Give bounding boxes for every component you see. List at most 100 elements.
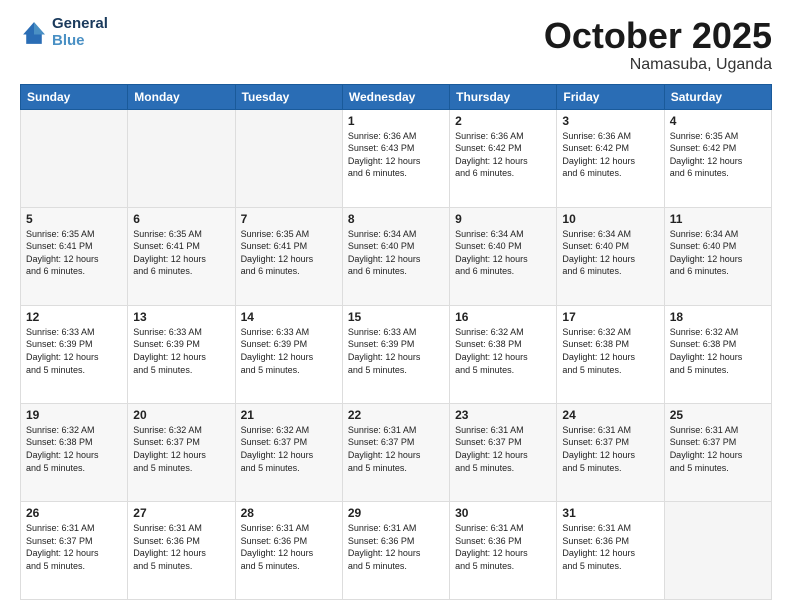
calendar-subtitle: Namasuba, Uganda bbox=[544, 56, 772, 74]
day-info: Sunrise: 6:34 AM Sunset: 6:40 PM Dayligh… bbox=[348, 228, 444, 278]
day-number: 23 bbox=[455, 408, 551, 422]
calendar-cell: 7 Sunrise: 6:35 AM Sunset: 6:41 PM Daylig… bbox=[235, 207, 342, 305]
calendar-cell: 24 Sunrise: 6:31 AM Sunset: 6:37 PM Dayli… bbox=[557, 403, 664, 501]
day-info: Sunrise: 6:36 AM Sunset: 6:43 PM Dayligh… bbox=[348, 130, 444, 180]
day-info: Sunrise: 6:33 AM Sunset: 6:39 PM Dayligh… bbox=[241, 326, 337, 376]
logo: General Blue bbox=[20, 16, 108, 49]
day-number: 21 bbox=[241, 408, 337, 422]
day-info: Sunrise: 6:34 AM Sunset: 6:40 PM Dayligh… bbox=[670, 228, 766, 278]
calendar-cell: 26Sunrise: 6:31 AM Sunset: 6:37 PM Dayli… bbox=[21, 501, 128, 599]
day-info: Sunrise: 6:35 AM Sunset: 6:41 PM Dayligh… bbox=[241, 228, 337, 278]
day-number: 28 bbox=[241, 506, 337, 520]
day-info: Sunrise: 6:31 AM Sunset: 6:37 PM Dayligh… bbox=[26, 522, 122, 572]
day-number: 30 bbox=[455, 506, 551, 520]
day-number: 13 bbox=[133, 310, 229, 324]
calendar-title: October 2025 bbox=[544, 16, 772, 56]
day-info: Sunrise: 6:32 AM Sunset: 6:38 PM Dayligh… bbox=[670, 326, 766, 376]
day-number: 19 bbox=[26, 408, 122, 422]
day-info: Sunrise: 6:31 AM Sunset: 6:37 PM Dayligh… bbox=[670, 424, 766, 474]
day-info: Sunrise: 6:32 AM Sunset: 6:38 PM Dayligh… bbox=[26, 424, 122, 474]
calendar-week-row-5: 26Sunrise: 6:31 AM Sunset: 6:37 PM Dayli… bbox=[21, 501, 772, 599]
title-block: October 2025 Namasuba, Uganda bbox=[544, 16, 772, 74]
logo-text: General Blue bbox=[52, 16, 108, 49]
day-number: 7 bbox=[241, 212, 337, 226]
day-info: Sunrise: 6:34 AM Sunset: 6:40 PM Dayligh… bbox=[562, 228, 658, 278]
calendar-cell: 1 Sunrise: 6:36 AM Sunset: 6:43 PM Daylig… bbox=[342, 109, 449, 207]
weekday-header-wednesday: Wednesday bbox=[342, 84, 449, 109]
calendar-week-row-1: 1 Sunrise: 6:36 AM Sunset: 6:43 PM Daylig… bbox=[21, 109, 772, 207]
weekday-header-sunday: Sunday bbox=[21, 84, 128, 109]
calendar-cell bbox=[235, 109, 342, 207]
calendar-cell: 30 Sunrise: 6:31 AM Sunset: 6:36 PM Dayli… bbox=[450, 501, 557, 599]
day-number: 5 bbox=[26, 212, 122, 226]
day-number: 15 bbox=[348, 310, 444, 324]
calendar-cell: 12 Sunrise: 6:33 AM Sunset: 6:39 PM Dayli… bbox=[21, 305, 128, 403]
day-number: 4 bbox=[670, 114, 766, 128]
day-number: 9 bbox=[455, 212, 551, 226]
calendar-week-row-3: 12 Sunrise: 6:33 AM Sunset: 6:39 PM Dayli… bbox=[21, 305, 772, 403]
calendar-cell: 27 Sunrise: 6:31 AM Sunset: 6:36 PM Dayli… bbox=[128, 501, 235, 599]
day-number: 27 bbox=[133, 506, 229, 520]
calendar-cell: 31 Sunrise: 6:31 AM Sunset: 6:36 PM Dayli… bbox=[557, 501, 664, 599]
day-info: Sunrise: 6:36 AM Sunset: 6:42 PM Dayligh… bbox=[455, 130, 551, 180]
calendar-cell: 16Sunrise: 6:32 AM Sunset: 6:38 PM Dayli… bbox=[450, 305, 557, 403]
day-info: Sunrise: 6:35 AM Sunset: 6:41 PM Dayligh… bbox=[133, 228, 229, 278]
calendar-cell: 18Sunrise: 6:32 AM Sunset: 6:38 PM Dayli… bbox=[664, 305, 771, 403]
day-info: Sunrise: 6:31 AM Sunset: 6:36 PM Dayligh… bbox=[348, 522, 444, 572]
day-info: Sunrise: 6:32 AM Sunset: 6:37 PM Dayligh… bbox=[241, 424, 337, 474]
day-info: Sunrise: 6:32 AM Sunset: 6:37 PM Dayligh… bbox=[133, 424, 229, 474]
calendar-week-row-4: 19 Sunrise: 6:32 AM Sunset: 6:38 PM Dayli… bbox=[21, 403, 772, 501]
day-number: 1 bbox=[348, 114, 444, 128]
weekday-header-friday: Friday bbox=[557, 84, 664, 109]
day-number: 16 bbox=[455, 310, 551, 324]
day-info: Sunrise: 6:35 AM Sunset: 6:41 PM Dayligh… bbox=[26, 228, 122, 278]
calendar-cell bbox=[128, 109, 235, 207]
calendar-cell: 2 Sunrise: 6:36 AM Sunset: 6:42 PM Daylig… bbox=[450, 109, 557, 207]
day-number: 6 bbox=[133, 212, 229, 226]
day-info: Sunrise: 6:35 AM Sunset: 6:42 PM Dayligh… bbox=[670, 130, 766, 180]
day-number: 11 bbox=[670, 212, 766, 226]
calendar-cell: 29Sunrise: 6:31 AM Sunset: 6:36 PM Dayli… bbox=[342, 501, 449, 599]
day-number: 10 bbox=[562, 212, 658, 226]
day-number: 8 bbox=[348, 212, 444, 226]
day-number: 12 bbox=[26, 310, 122, 324]
day-info: Sunrise: 6:36 AM Sunset: 6:42 PM Dayligh… bbox=[562, 130, 658, 180]
page: General Blue October 2025 Namasuba, Ugan… bbox=[0, 0, 792, 612]
weekday-header-tuesday: Tuesday bbox=[235, 84, 342, 109]
calendar-cell: 13Sunrise: 6:33 AM Sunset: 6:39 PM Dayli… bbox=[128, 305, 235, 403]
calendar-cell: 17Sunrise: 6:32 AM Sunset: 6:38 PM Dayli… bbox=[557, 305, 664, 403]
day-number: 2 bbox=[455, 114, 551, 128]
day-info: Sunrise: 6:31 AM Sunset: 6:36 PM Dayligh… bbox=[562, 522, 658, 572]
day-number: 17 bbox=[562, 310, 658, 324]
day-number: 14 bbox=[241, 310, 337, 324]
calendar-cell: 25 Sunrise: 6:31 AM Sunset: 6:37 PM Dayli… bbox=[664, 403, 771, 501]
day-info: Sunrise: 6:31 AM Sunset: 6:36 PM Dayligh… bbox=[133, 522, 229, 572]
day-info: Sunrise: 6:31 AM Sunset: 6:37 PM Dayligh… bbox=[562, 424, 658, 474]
calendar-cell: 4 Sunrise: 6:35 AM Sunset: 6:42 PM Daylig… bbox=[664, 109, 771, 207]
day-info: Sunrise: 6:31 AM Sunset: 6:37 PM Dayligh… bbox=[455, 424, 551, 474]
day-info: Sunrise: 6:31 AM Sunset: 6:37 PM Dayligh… bbox=[348, 424, 444, 474]
calendar-cell: 21 Sunrise: 6:32 AM Sunset: 6:37 PM Dayli… bbox=[235, 403, 342, 501]
day-number: 24 bbox=[562, 408, 658, 422]
day-number: 20 bbox=[133, 408, 229, 422]
calendar-week-row-2: 5 Sunrise: 6:35 AM Sunset: 6:41 PM Daylig… bbox=[21, 207, 772, 305]
calendar-table: SundayMondayTuesdayWednesdayThursdayFrid… bbox=[20, 84, 772, 600]
calendar-cell: 10 Sunrise: 6:34 AM Sunset: 6:40 PM Dayli… bbox=[557, 207, 664, 305]
calendar-cell: 28Sunrise: 6:31 AM Sunset: 6:36 PM Dayli… bbox=[235, 501, 342, 599]
calendar-cell: 20 Sunrise: 6:32 AM Sunset: 6:37 PM Dayli… bbox=[128, 403, 235, 501]
day-number: 31 bbox=[562, 506, 658, 520]
day-number: 22 bbox=[348, 408, 444, 422]
day-number: 25 bbox=[670, 408, 766, 422]
calendar-cell: 19 Sunrise: 6:32 AM Sunset: 6:38 PM Dayli… bbox=[21, 403, 128, 501]
day-number: 3 bbox=[562, 114, 658, 128]
logo-icon bbox=[20, 19, 48, 47]
day-info: Sunrise: 6:31 AM Sunset: 6:36 PM Dayligh… bbox=[455, 522, 551, 572]
weekday-header-row: SundayMondayTuesdayWednesdayThursdayFrid… bbox=[21, 84, 772, 109]
calendar-cell: 6 Sunrise: 6:35 AM Sunset: 6:41 PM Daylig… bbox=[128, 207, 235, 305]
calendar-cell bbox=[664, 501, 771, 599]
calendar-cell: 8 Sunrise: 6:34 AM Sunset: 6:40 PM Daylig… bbox=[342, 207, 449, 305]
header: General Blue October 2025 Namasuba, Ugan… bbox=[20, 16, 772, 74]
weekday-header-thursday: Thursday bbox=[450, 84, 557, 109]
day-info: Sunrise: 6:33 AM Sunset: 6:39 PM Dayligh… bbox=[26, 326, 122, 376]
calendar-cell: 22 Sunrise: 6:31 AM Sunset: 6:37 PM Dayli… bbox=[342, 403, 449, 501]
